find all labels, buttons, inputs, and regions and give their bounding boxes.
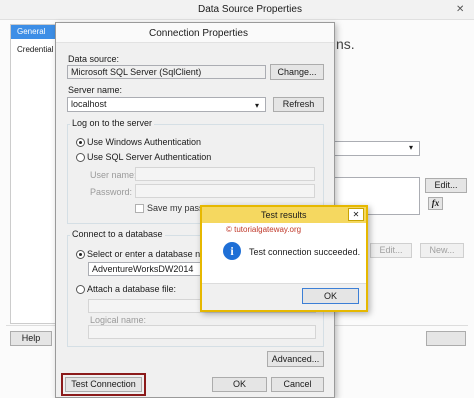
cp-title-bar: Connection Properties	[56, 23, 334, 43]
tr-close-button[interactable]: ✕	[348, 208, 364, 221]
tr-footer: OK	[202, 283, 366, 310]
info-icon: i	[223, 242, 241, 260]
server-name-value: localhost	[71, 99, 107, 109]
datasource-field: Microsoft SQL Server (SqlClient)	[67, 65, 266, 79]
cp-cancel-button[interactable]: Cancel	[271, 377, 324, 392]
connect-db-group-title: Connect to a database	[70, 229, 165, 239]
expression-button[interactable]: fx	[428, 197, 443, 210]
refresh-button[interactable]: Refresh	[273, 97, 324, 112]
close-icon: ✕	[352, 210, 360, 219]
tr-body: © tutorialgateway.org i Test connection …	[202, 223, 366, 283]
database-name-combo[interactable]: AdventureWorksDW2014	[88, 262, 205, 276]
tr-ok-button[interactable]: OK	[302, 288, 359, 304]
windows-auth-radio[interactable]	[76, 138, 85, 147]
windows-auth-label[interactable]: Use Windows Authentication	[87, 137, 201, 147]
cp-ok-button[interactable]: OK	[212, 377, 267, 392]
ds-window-title: Data Source Properties	[198, 4, 302, 15]
test-results-dialog: Test results ✕ © tutorialgateway.org i T…	[200, 205, 368, 312]
test-connection-button[interactable]: Test Connection	[65, 377, 142, 392]
logical-name-label: Logical name:	[90, 315, 147, 325]
attach-db-radio[interactable]	[76, 285, 85, 294]
chevron-down-icon: ▾	[409, 143, 414, 152]
test-result-message: Test connection succeeded.	[249, 247, 361, 257]
sidebar-item-general[interactable]: General	[11, 25, 55, 39]
advanced-button[interactable]: Advanced...	[267, 351, 324, 367]
watermark-text: © tutorialgateway.org	[226, 225, 302, 234]
chevron-down-icon: ▾	[255, 101, 260, 110]
username-field[interactable]	[135, 167, 315, 181]
ds-close-icon[interactable]: ✕	[456, 4, 464, 15]
sql-auth-radio[interactable]	[76, 153, 85, 162]
ds-heading-fragment: ns.	[336, 36, 355, 52]
logical-name-field[interactable]	[88, 325, 316, 339]
sidebar-item-credentials[interactable]: Credential	[17, 45, 53, 54]
ds-title-bar: Data Source Properties ✕	[0, 0, 474, 20]
select-db-radio[interactable]	[76, 250, 85, 259]
change-button[interactable]: Change...	[270, 64, 324, 80]
ds-cancel-button[interactable]	[426, 331, 466, 346]
sql-auth-label[interactable]: Use SQL Server Authentication	[87, 152, 211, 162]
ds-new-button[interactable]: New...	[420, 243, 464, 258]
ds-edit-button-2[interactable]: Edit...	[370, 243, 412, 258]
datasource-label: Data source:	[68, 54, 120, 64]
username-label: User name:	[90, 170, 137, 180]
help-button[interactable]: Help	[10, 331, 52, 346]
password-field[interactable]	[135, 184, 315, 198]
sidebar-item-label: General	[17, 27, 46, 36]
attach-db-label[interactable]: Attach a database file:	[87, 284, 176, 294]
tr-title-bar: Test results ✕	[202, 207, 366, 223]
logon-group-title: Log on to the server	[70, 118, 155, 128]
cp-window-title: Connection Properties	[149, 28, 248, 39]
server-name-combo[interactable]: localhost ▾	[67, 97, 266, 112]
save-password-checkbox[interactable]	[135, 204, 144, 213]
tr-window-title: Test results	[261, 210, 307, 220]
server-name-label: Server name:	[68, 85, 123, 95]
password-label: Password:	[90, 187, 133, 197]
ds-sidebar: General Credential	[10, 24, 56, 324]
info-glyph: i	[230, 244, 234, 258]
edit-button[interactable]: Edit...	[425, 178, 467, 193]
